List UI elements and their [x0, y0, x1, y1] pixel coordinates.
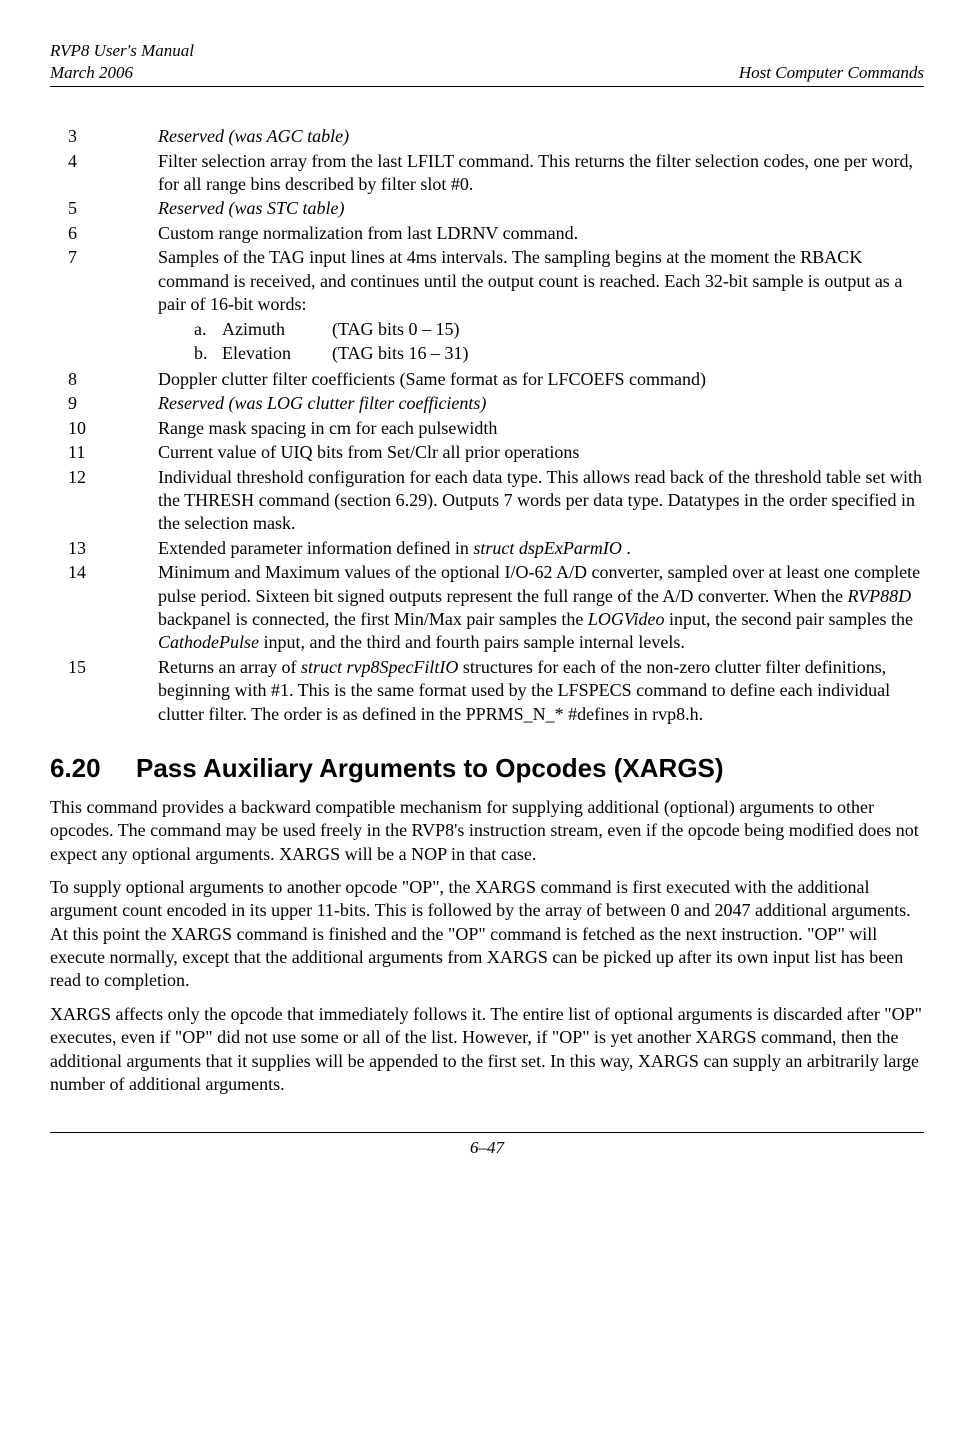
list-item: 9Reserved (was LOG clutter filter coeffi… — [50, 392, 924, 415]
item-text: Returns an array of struct rvp8SpecFiltI… — [158, 656, 924, 726]
item-number: 9 — [50, 392, 158, 415]
item-body: Filter selection array from the last LFI… — [158, 150, 924, 197]
item-body: Minimum and Maximum values of the option… — [158, 561, 924, 655]
item-body: Reserved (was AGC table) — [158, 125, 924, 148]
manual-title: RVP8 User's Manual — [50, 40, 194, 62]
list-item: 12Individual threshold configuration for… — [50, 466, 924, 536]
item-number: 8 — [50, 368, 158, 391]
item-text: Filter selection array from the last LFI… — [158, 150, 924, 197]
list-item: 13Extended parameter information defined… — [50, 537, 924, 560]
header-left: RVP8 User's Manual March 2006 — [50, 40, 194, 84]
item-number: 14 — [50, 561, 158, 655]
item-body: Reserved (was LOG clutter filter coeffic… — [158, 392, 924, 415]
header-right: Host Computer Commands — [739, 62, 924, 84]
item-number: 12 — [50, 466, 158, 536]
list-item: 3Reserved (was AGC table) — [50, 125, 924, 148]
item-body: Samples of the TAG input lines at 4ms in… — [158, 246, 924, 367]
item-text: Reserved (was LOG clutter filter coeffic… — [158, 392, 924, 415]
sub-label: b. — [194, 342, 222, 365]
page-header: RVP8 User's Manual March 2006 Host Compu… — [50, 40, 924, 87]
sub-label: a. — [194, 318, 222, 341]
item-number: 15 — [50, 656, 158, 726]
item-number: 3 — [50, 125, 158, 148]
item-number: 10 — [50, 417, 158, 440]
item-body: Reserved (was STC table) — [158, 197, 924, 220]
item-number: 11 — [50, 441, 158, 464]
definition-list: 3Reserved (was AGC table)4Filter selecti… — [50, 125, 924, 726]
item-body: Range mask spacing in cm for each pulsew… — [158, 417, 924, 440]
section-heading: 6.20Pass Auxiliary Arguments to Opcodes … — [50, 752, 924, 786]
item-text: Doppler clutter filter coefficients (Sam… — [158, 368, 924, 391]
list-item: 6Custom range normalization from last LD… — [50, 222, 924, 245]
sub-name: Azimuth — [222, 318, 332, 341]
section-number: 6.20 — [50, 752, 136, 786]
sub-item: b.Elevation(TAG bits 16 – 31) — [194, 342, 924, 365]
manual-date: March 2006 — [50, 62, 194, 84]
sub-tag: (TAG bits 0 – 15) — [332, 318, 460, 341]
list-item: 14Minimum and Maximum values of the opti… — [50, 561, 924, 655]
item-body: Doppler clutter filter coefficients (Sam… — [158, 368, 924, 391]
item-body: Current value of UIQ bits from Set/Clr a… — [158, 441, 924, 464]
item-number: 13 — [50, 537, 158, 560]
section-title: Pass Auxiliary Arguments to Opcodes (XAR… — [136, 753, 724, 783]
sub-list: a.Azimuth(TAG bits 0 – 15)b.Elevation(TA… — [158, 318, 924, 365]
item-text: Minimum and Maximum values of the option… — [158, 561, 924, 655]
paragraph: XARGS affects only the opcode that immed… — [50, 1003, 924, 1097]
paragraph: This command provides a backward compati… — [50, 796, 924, 866]
item-text: Reserved (was AGC table) — [158, 125, 924, 148]
list-item: 15Returns an array of struct rvp8SpecFil… — [50, 656, 924, 726]
item-number: 5 — [50, 197, 158, 220]
item-number: 4 — [50, 150, 158, 197]
item-text: Reserved (was STC table) — [158, 197, 924, 220]
sub-name: Elevation — [222, 342, 332, 365]
item-text: Current value of UIQ bits from Set/Clr a… — [158, 441, 924, 464]
item-number: 6 — [50, 222, 158, 245]
item-body: Custom range normalization from last LDR… — [158, 222, 924, 245]
item-number: 7 — [50, 246, 158, 367]
list-item: 11Current value of UIQ bits from Set/Clr… — [50, 441, 924, 464]
list-item: 5Reserved (was STC table) — [50, 197, 924, 220]
section-body: This command provides a backward compati… — [50, 796, 924, 1097]
item-text: Individual threshold configuration for e… — [158, 466, 924, 536]
item-text: Range mask spacing in cm for each pulsew… — [158, 417, 924, 440]
page-footer: 6–47 — [50, 1132, 924, 1159]
list-item: 8Doppler clutter filter coefficients (Sa… — [50, 368, 924, 391]
sub-tag: (TAG bits 16 – 31) — [332, 342, 469, 365]
sub-item: a.Azimuth(TAG bits 0 – 15) — [194, 318, 924, 341]
item-text: Custom range normalization from last LDR… — [158, 222, 924, 245]
list-item: 4Filter selection array from the last LF… — [50, 150, 924, 197]
item-body: Returns an array of struct rvp8SpecFiltI… — [158, 656, 924, 726]
item-body: Individual threshold configuration for e… — [158, 466, 924, 536]
list-item: 7Samples of the TAG input lines at 4ms i… — [50, 246, 924, 367]
item-text: Samples of the TAG input lines at 4ms in… — [158, 246, 924, 316]
list-item: 10Range mask spacing in cm for each puls… — [50, 417, 924, 440]
item-body: Extended parameter information defined i… — [158, 537, 924, 560]
item-text: Extended parameter information defined i… — [158, 537, 924, 560]
paragraph: To supply optional arguments to another … — [50, 876, 924, 993]
